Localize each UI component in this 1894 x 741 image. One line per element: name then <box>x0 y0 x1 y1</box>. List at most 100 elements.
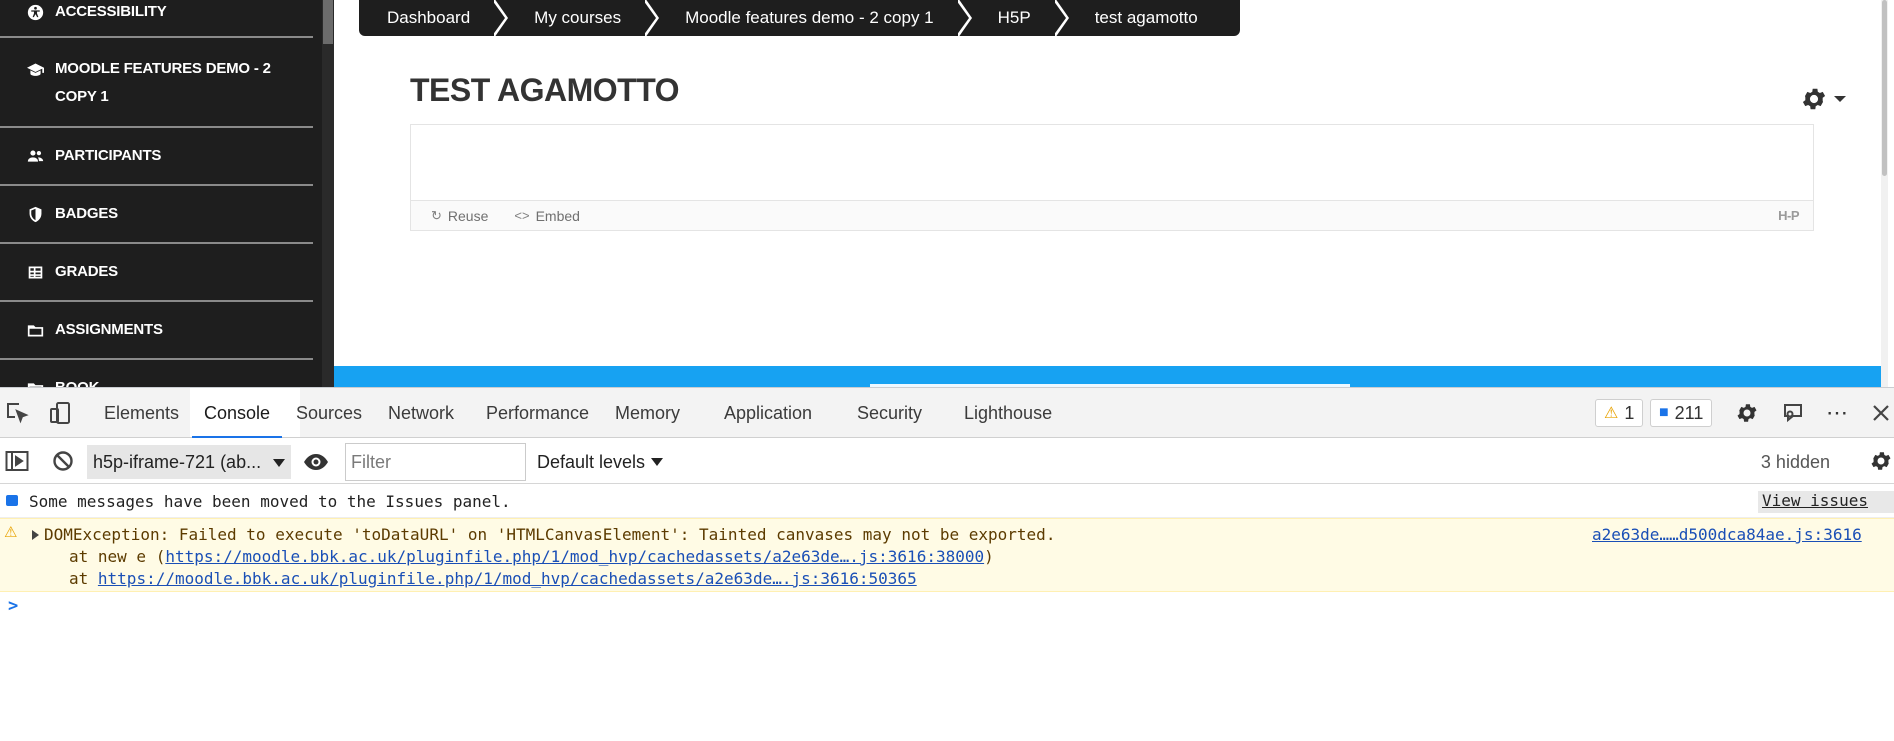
close-devtools-button[interactable] <box>1868 400 1894 426</box>
sidebar-item-label: BADGES <box>55 205 118 222</box>
sidebar-item-label: PARTICIPANTS <box>55 147 162 164</box>
gear-icon <box>1871 452 1891 470</box>
stack-frame-1: at new e (https://moodle.bbk.ac.uk/plugi… <box>69 547 994 566</box>
graduation-cap-icon <box>26 60 44 78</box>
warning-text: DOMException: Failed to execute 'toDataU… <box>44 525 1056 544</box>
sidebar-item-assignments[interactable]: ASSIGNMENTS <box>0 316 313 360</box>
moodle-page: ACCESSIBILITY MOODLE FEATURES DEMO - 2 C… <box>0 0 1894 387</box>
inspect-icon <box>7 403 29 424</box>
show-sidebar-button[interactable] <box>4 449 30 473</box>
sidebar-item-label: ACCESSIBILITY <box>55 3 167 20</box>
stack-frame-link[interactable]: https://moodle.bbk.ac.uk/pluginfile.php/… <box>165 547 984 566</box>
log-levels-dropdown[interactable]: Default levels <box>537 446 664 478</box>
sidebar-item-grades[interactable]: GRADES <box>0 258 313 302</box>
h5p-logo[interactable]: H-P <box>1778 208 1799 223</box>
breadcrumb-separator <box>1052 0 1071 38</box>
console-prompt[interactable]: > <box>0 596 1894 620</box>
breadcrumb-separator <box>955 0 974 38</box>
breadcrumb-item-dashboard[interactable]: Dashboard <box>363 0 494 36</box>
send-feedback-button[interactable] <box>1780 400 1806 426</box>
embed-button[interactable]: <> Embed <box>514 208 580 224</box>
scrollbar-thumb[interactable] <box>323 0 333 44</box>
chevron-down-icon <box>651 458 664 466</box>
scrollbar-thumb[interactable] <box>1882 0 1887 176</box>
live-expression-button[interactable] <box>303 450 329 474</box>
stack-frame-link[interactable]: https://moodle.bbk.ac.uk/pluginfile.php/… <box>98 569 917 588</box>
code-icon: <> <box>514 208 530 223</box>
breadcrumb: Dashboard My courses Moodle features dem… <box>359 0 1240 38</box>
gear-icon <box>1802 88 1826 110</box>
sidebar-item-book[interactable]: BOOK <box>0 374 313 387</box>
breadcrumb-item-my-courses[interactable]: My courses <box>510 0 645 36</box>
console-toolbar: h5p-iframe-721 (ab... Default levels 3 h… <box>0 438 1894 484</box>
sidebar-scrollbar[interactable] <box>322 0 334 387</box>
breadcrumb-item-h5p[interactable]: H5P <box>974 0 1055 36</box>
prompt-chevron-icon: > <box>8 596 19 616</box>
tab-lighthouse[interactable]: Lighthouse <box>964 388 1052 438</box>
tab-memory[interactable]: Memory <box>615 388 680 438</box>
clear-console-button[interactable] <box>50 449 76 473</box>
context-selector[interactable]: h5p-iframe-721 (ab... <box>87 445 291 479</box>
breadcrumb-item-course[interactable]: Moodle features demo - 2 copy 1 <box>661 0 958 36</box>
universal-access-icon <box>26 3 44 21</box>
sidebar-item-accessibility[interactable]: ACCESSIBILITY <box>0 0 313 38</box>
device-toolbar-button[interactable] <box>47 400 73 426</box>
warning-icon: ⚠ <box>4 523 18 541</box>
refresh-icon: ↻ <box>431 207 442 223</box>
sidebar-item-label: GRADES <box>55 263 118 280</box>
tab-sources[interactable]: Sources <box>296 388 362 438</box>
filter-input[interactable] <box>345 443 526 481</box>
console-settings-button[interactable] <box>1868 449 1894 473</box>
inspect-element-button[interactable] <box>4 400 30 426</box>
breadcrumb-item-current[interactable]: test agamotto <box>1071 0 1222 36</box>
sidebar-toggle-icon <box>5 451 29 471</box>
tab-application[interactable]: Application <box>724 388 812 438</box>
devtools-panel: Elements Console Sources Network Perform… <box>0 387 1894 741</box>
console-input[interactable] <box>28 596 1878 618</box>
tab-network[interactable]: Network <box>388 388 454 438</box>
sidebar-item-label: BOOK <box>55 374 99 387</box>
shield-icon <box>26 205 44 223</box>
tab-performance[interactable]: Performance <box>486 388 589 438</box>
expand-triangle-icon[interactable] <box>32 530 39 540</box>
hidden-messages-count: 3 hidden <box>1760 452 1830 472</box>
breadcrumb-separator <box>492 0 510 38</box>
breadcrumb-separator <box>643 0 661 38</box>
device-icon <box>50 402 70 424</box>
tab-security[interactable]: Security <box>857 388 922 438</box>
tab-elements[interactable]: Elements <box>104 388 179 438</box>
sidebar-item-participants[interactable]: PARTICIPANTS <box>0 142 313 186</box>
page-scrollbar[interactable] <box>1881 0 1888 387</box>
sidebar-item-label: MOODLE FEATURES DEMO - 2 COPY 1 <box>55 60 271 105</box>
view-issues-link[interactable]: View issues <box>1758 491 1894 513</box>
h5p-actions-bar: ↻ Reuse <> Embed H-P <box>411 200 1813 230</box>
info-message-icon <box>6 495 18 506</box>
console-info-message: Some messages have been moved to the Iss… <box>0 484 1894 518</box>
main-content: Dashboard My courses Moodle features dem… <box>334 0 1888 387</box>
eye-icon <box>304 454 328 470</box>
course-sidebar: ACCESSIBILITY MOODLE FEATURES DEMO - 2 C… <box>0 0 322 387</box>
message-icon: ■ <box>1659 404 1669 421</box>
warning-icon: ⚠ <box>1604 405 1619 422</box>
devtools-tabbar: Elements Console Sources Network Perform… <box>0 388 1894 438</box>
sidebar-item-badges[interactable]: BADGES <box>0 200 313 244</box>
warning-source-link[interactable]: a2e63de……d500dca84ae.js:3616 <box>1592 525 1862 544</box>
feedback-icon <box>1784 404 1802 423</box>
folder-icon <box>26 321 44 339</box>
table-icon <box>26 263 44 281</box>
settings-menu-button[interactable] <box>1800 85 1846 113</box>
sidebar-item-course[interactable]: MOODLE FEATURES DEMO - 2 COPY 1 <box>0 52 313 128</box>
messages-counter[interactable]: ■ 211 <box>1650 399 1713 427</box>
h5p-content-frame[interactable]: ↻ Reuse <> Embed H-P <box>410 124 1814 231</box>
reuse-button[interactable]: ↻ Reuse <box>431 208 488 224</box>
chevron-down-icon <box>1834 96 1846 102</box>
warnings-counter[interactable]: ⚠ 1 <box>1595 399 1644 427</box>
tab-console[interactable]: Console <box>191 388 283 438</box>
stack-frame-2: at https://moodle.bbk.ac.uk/pluginfile.p… <box>69 569 917 588</box>
page-title: TEST AGAMOTTO <box>410 72 680 108</box>
close-icon <box>1873 405 1889 421</box>
console-warning-message: ⚠ DOMException: Failed to execute 'toDat… <box>0 518 1894 592</box>
devtools-settings-button[interactable] <box>1734 400 1760 426</box>
more-options-icon[interactable]: ⋯ <box>1824 400 1850 426</box>
sidebar-item-label: ASSIGNMENTS <box>55 321 163 338</box>
